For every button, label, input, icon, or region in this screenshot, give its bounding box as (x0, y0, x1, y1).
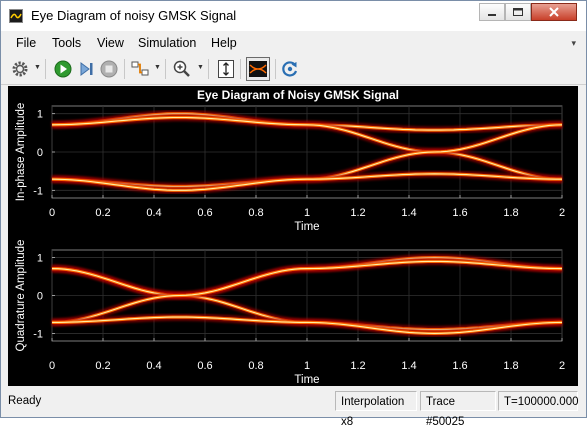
restore-defaults-icon[interactable] (279, 58, 301, 80)
minimize-button[interactable] (479, 3, 505, 21)
scope-window: Eye Diagram of noisy GMSK Signal File To… (0, 0, 587, 428)
x-tick-label: 1.8 (503, 207, 518, 219)
maximize-button[interactable] (505, 3, 531, 21)
y-tick-label: -1 (33, 185, 43, 197)
title-bar: Eye Diagram of noisy GMSK Signal (1, 1, 586, 31)
settings-gear-icon[interactable] (9, 58, 31, 80)
minimize-icon (488, 14, 496, 16)
toolbar-separator (45, 59, 46, 79)
x-tick-label: 1.2 (350, 207, 365, 219)
x-tick-label: 0 (49, 207, 55, 219)
y-tick-label: -1 (33, 328, 43, 340)
maximize-icon (513, 8, 523, 16)
status-time: T=100000.000 (498, 391, 579, 411)
close-button[interactable] (531, 3, 577, 21)
scope-display[interactable]: Eye Diagram of Noisy GMSK Signal 0 0.2 0.4… (8, 86, 578, 386)
zoom-dropdown-icon[interactable]: ▼ (197, 64, 204, 71)
x-axis-label: Time (294, 221, 319, 233)
eye-diagram-view-icon[interactable] (246, 57, 270, 81)
toolbar-separator (165, 59, 166, 79)
x-tick-label: 0.6 (197, 207, 212, 219)
status-bar: Ready Interpolation x8 Trace #50025 T=10… (1, 389, 586, 428)
x-tick-label: 1.6 (452, 207, 467, 219)
toolbar-separator (240, 59, 241, 79)
x-tick-label: 0.4 (146, 207, 161, 219)
x-tick-label: 1.6 (452, 360, 467, 372)
x-tick-label: 0.2 (95, 360, 110, 372)
x-tick-label: 0.6 (197, 360, 212, 372)
toolbar-separator (275, 59, 276, 79)
menu-tools[interactable]: Tools (52, 36, 81, 50)
x-tick-label: 0 (49, 360, 55, 372)
plot-title: Eye Diagram of Noisy GMSK Signal (197, 88, 399, 102)
stop-icon[interactable] (98, 58, 120, 80)
status-ready: Ready (8, 395, 42, 407)
menu-bar: File Tools View Simulation Help ▾ (1, 32, 586, 54)
y-tick-label: 1 (37, 109, 43, 121)
x-tick-label: 0.8 (248, 207, 263, 219)
in-phase-axes[interactable]: 0 0.2 0.4 0.6 0.8 1 1.2 1.4 1.6 1.8 2 1 0 -1 Time In-ph… (15, 103, 565, 233)
toolbar-separator (124, 59, 125, 79)
x-tick-label: 1.8 (503, 360, 518, 372)
menu-simulation[interactable]: Simulation (138, 36, 196, 50)
menu-file[interactable]: File (16, 36, 36, 50)
settings-dropdown-icon[interactable]: ▼ (34, 64, 41, 71)
y-tick-label: 0 (37, 147, 43, 159)
menu-view[interactable]: View (97, 36, 124, 50)
run-button-icon[interactable] (52, 58, 74, 80)
highlight-dropdown-icon[interactable]: ▼ (154, 64, 161, 71)
x-tick-label: 2 (559, 207, 565, 219)
toolbar-separator (208, 59, 209, 79)
x-tick-label: 1 (304, 360, 310, 372)
y-axis-label: Quadrature Amplitude (15, 240, 27, 352)
highlight-signal-icon[interactable] (129, 58, 151, 80)
toolbar: ▼ ▼ ▼ (1, 54, 586, 85)
scope-app-icon (9, 9, 23, 23)
status-interpolation: Interpolation x8 (335, 391, 417, 428)
scale-y-axis-icon[interactable] (215, 58, 237, 80)
close-icon (549, 7, 559, 17)
x-tick-label: 1.4 (401, 207, 416, 219)
quadrature-axes[interactable]: 0 0.2 0.4 0.6 0.8 1 1.2 1.4 1.6 1.8 2 1 0 -1 Time Quadr… (15, 240, 565, 386)
x-tick-label: 2 (559, 360, 565, 372)
zoom-in-icon[interactable] (171, 58, 193, 80)
x-tick-label: 1 (304, 207, 310, 219)
window-title: Eye Diagram of noisy GMSK Signal (31, 8, 237, 23)
step-forward-icon[interactable] (75, 58, 97, 80)
menu-help[interactable]: Help (211, 36, 237, 50)
y-tick-label: 1 (37, 253, 43, 265)
y-tick-label: 0 (37, 291, 43, 303)
x-tick-label: 0.4 (146, 360, 161, 372)
status-trace: Trace #50025 (420, 391, 496, 428)
x-tick-label: 1.4 (401, 360, 416, 372)
x-axis-label: Time (294, 374, 319, 386)
y-axis-label: In-phase Amplitude (15, 103, 27, 201)
x-tick-label: 0.8 (248, 360, 263, 372)
x-tick-label: 0.2 (95, 207, 110, 219)
x-tick-label: 1.2 (350, 360, 365, 372)
menu-overflow-icon[interactable]: ▾ (571, 38, 576, 49)
